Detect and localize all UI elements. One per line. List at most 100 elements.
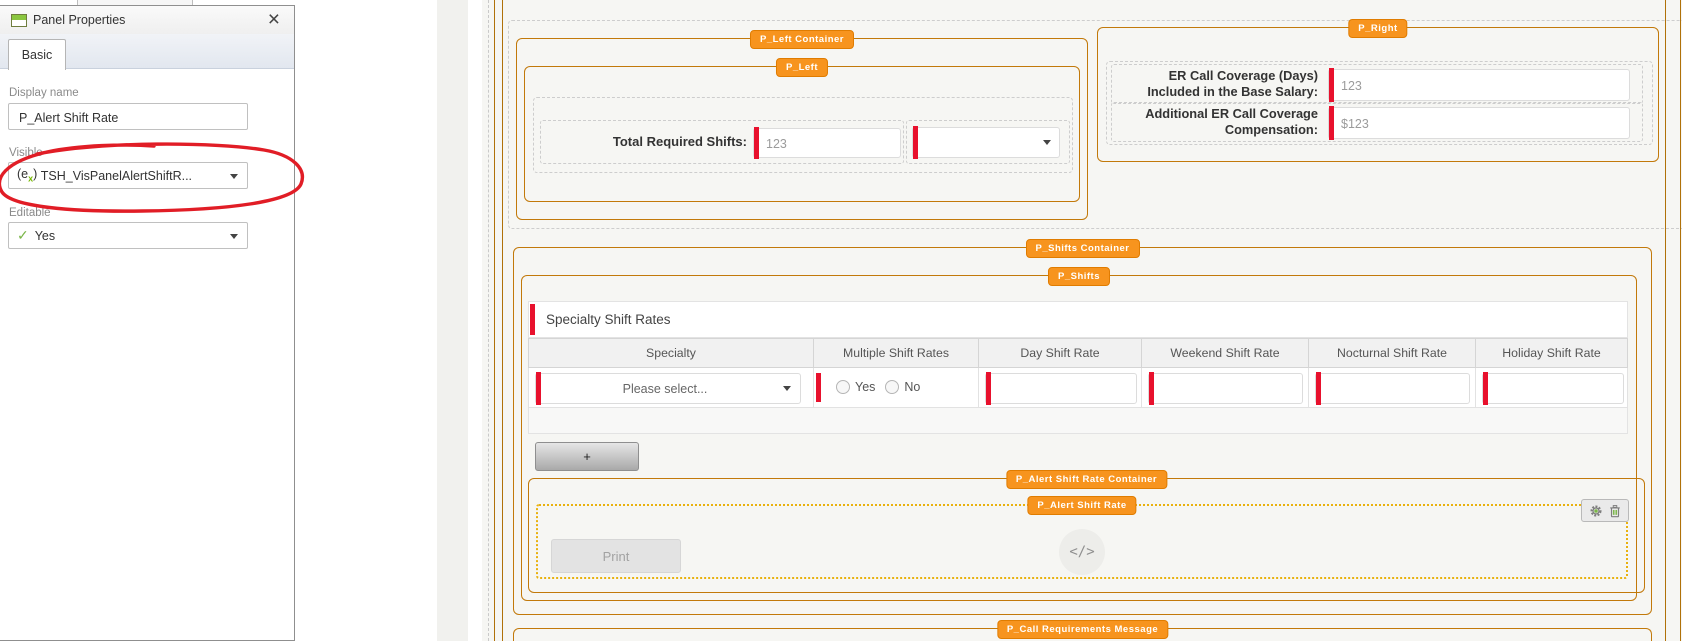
specialty-cell: Please select... [529,368,813,407]
dialog-tabstrip: Basic [0,34,294,70]
additional-er-call-input-wrap [1328,106,1630,140]
weekend-shift-rate-input[interactable] [1159,374,1298,405]
editable-dropdown[interactable]: ✓ Yes [8,222,248,249]
canvas-page-edge [468,0,482,641]
radio-no-label: No [904,380,921,394]
trash-icon[interactable] [1608,504,1622,518]
nocturnal-shift-rate-input[interactable] [1326,374,1465,405]
required-marker [816,373,821,402]
specialty-shift-rates-header: Specialty Shift Rates [528,301,1628,338]
add-row-button[interactable]: + [535,442,639,471]
panel-p-call-requirements-container[interactable]: P_Call Requirements Message [513,620,1652,641]
outer-container-border-2-left [502,0,503,641]
additional-er-call-input[interactable] [1339,108,1625,140]
total-shifts-cell: Total Required Shifts: [540,120,904,164]
close-icon[interactable]: × [268,7,280,33]
p-left-dropdown[interactable] [912,126,1060,159]
day-shift-rate-input[interactable] [996,374,1132,405]
visible-label: Visible [9,147,43,159]
radio-yes-label: Yes [855,380,876,394]
badge-p-left[interactable]: P_Left [775,58,829,77]
holiday-shift-rate-input-wrap [1482,372,1624,405]
display-name-field-wrap [8,103,248,131]
col-header-weekend-shift-rate: Weekend Shift Rate [1141,339,1308,367]
er-call-coverage-label: ER Call Coverage (Days) Included in the … [1147,68,1318,99]
display-name-label: Display name [9,87,79,99]
panel-p-left[interactable]: P_Left Total Required Shifts: [524,58,1080,202]
p-right-rows-wrapper: ER Call Coverage (Days) Included in the … [1106,61,1653,145]
chevron-down-icon [1043,140,1051,145]
badge-p-alert-shift-rate[interactable]: P_Alert Shift Rate [1027,496,1137,515]
day-shift-rate-input-wrap [985,372,1137,405]
er-call-coverage-input-wrap [1328,68,1630,102]
panel-icon [11,14,27,27]
total-required-shifts-label: Total Required Shifts: [612,134,747,149]
section-title: Specialty Shift Rates [546,312,671,327]
badge-p-shifts-container[interactable]: P_Shifts Container [1025,239,1140,258]
badge-p-call-requirements-message[interactable]: P_Call Requirements Message [996,620,1169,639]
chevron-down-icon [783,386,791,391]
specialty-select[interactable]: Please select... [535,372,801,405]
weekend-shift-rate-cell [1141,368,1308,407]
col-header-nocturnal-shift-rate: Nocturnal Shift Rate [1308,339,1475,367]
panel-p-alert-shift-rate-container[interactable]: P_Alert Shift Rate Container P_Alert Shi… [528,470,1645,593]
weekend-shift-rate-input-wrap [1148,372,1303,405]
badge-p-alert-shift-rate-container[interactable]: P_Alert Shift Rate Container [1005,470,1168,489]
additional-er-call-cell: Additional ER Call Coverage Compensation… [1111,102,1643,142]
col-header-multiple-shift-rates: Multiple Shift Rates [813,339,978,367]
total-required-shifts-input[interactable] [764,129,896,159]
dialog-title: Panel Properties [33,13,126,27]
badge-p-shifts[interactable]: P_Shifts [1047,267,1111,286]
holiday-shift-rate-input[interactable] [1493,374,1619,405]
shifts-table-footer [528,408,1628,434]
form-designer-screen: P_Left Container P_Left Total Required S… [0,0,1682,641]
print-button[interactable]: Print [551,539,681,573]
display-name-input[interactable] [17,104,243,131]
radio-yes[interactable] [836,380,850,394]
outer-dashed-rail-left [488,0,489,641]
shifts-table-row: Please select... Yes No [528,368,1628,408]
badge-p-right[interactable]: P_Right [1348,19,1408,38]
required-marker [530,304,535,335]
gear-icon[interactable] [1589,504,1603,518]
visible-dropdown-value: (ex) TSH_VisPanelAlertShiftR... [17,167,193,184]
expression-icon: (ex) [17,167,38,184]
col-header-holiday-shift-rate: Holiday Shift Rate [1475,339,1627,367]
editable-label: Editable [9,207,51,219]
check-icon: ✓ [17,227,29,243]
panel-toolbar [1581,499,1629,522]
editable-dropdown-value: ✓ Yes [17,227,56,243]
radio-no[interactable] [885,380,900,394]
p-left-row-wrapper: Total Required Shifts: [533,97,1073,173]
er-call-coverage-input[interactable] [1339,70,1625,102]
canvas-gutter [437,0,468,641]
er-call-coverage-cell: ER Call Coverage (Days) Included in the … [1111,64,1643,104]
holiday-shift-rate-cell [1475,368,1627,407]
panel-properties-dialog: Panel Properties × Basic Display name Vi… [0,5,295,641]
outer-container-border-1-left [494,0,495,641]
multiple-shift-rates-radio-group: Yes No [836,380,930,394]
shifts-table-header-row: Specialty Multiple Shift Rates Day Shift… [528,338,1628,368]
panel-p-shifts-container[interactable]: P_Shifts Container P_Shifts Specialty Sh… [513,239,1652,615]
tab-basic[interactable]: Basic [8,39,66,70]
nocturnal-shift-rate-input-wrap [1315,372,1470,405]
p-left-dropdown-cell [906,120,1070,164]
specialty-select-value: Please select... [622,381,708,396]
panel-p-alert-shift-rate[interactable]: P_Alert Shift Rate Print </> [536,496,1628,579]
chevron-down-icon [230,174,238,179]
panel-p-left-container[interactable]: P_Left Container P_Left Total Required S… [516,30,1088,220]
panel-p-right[interactable]: P_Right ER Call Coverage (Days) Included… [1097,19,1659,162]
badge-p-left-container[interactable]: P_Left Container [749,30,855,49]
dialog-titlebar[interactable]: Panel Properties × [0,6,294,35]
day-shift-rate-cell [978,368,1141,407]
col-header-specialty: Specialty [646,346,696,360]
visible-dropdown[interactable]: (ex) TSH_VisPanelAlertShiftR... [8,162,248,189]
multiple-shift-rates-cell: Yes No [813,368,978,407]
chevron-down-icon [230,234,238,239]
nocturnal-shift-rate-cell [1308,368,1475,407]
additional-er-call-label: Additional ER Call Coverage Compensation… [1145,106,1318,137]
code-placeholder-icon: </> [1059,529,1105,575]
panel-p-shifts[interactable]: P_Shifts Specialty Shift Rates Specialty… [521,267,1645,601]
col-header-day-shift-rate: Day Shift Rate [978,339,1141,367]
total-required-shifts-input-wrap [753,127,901,159]
